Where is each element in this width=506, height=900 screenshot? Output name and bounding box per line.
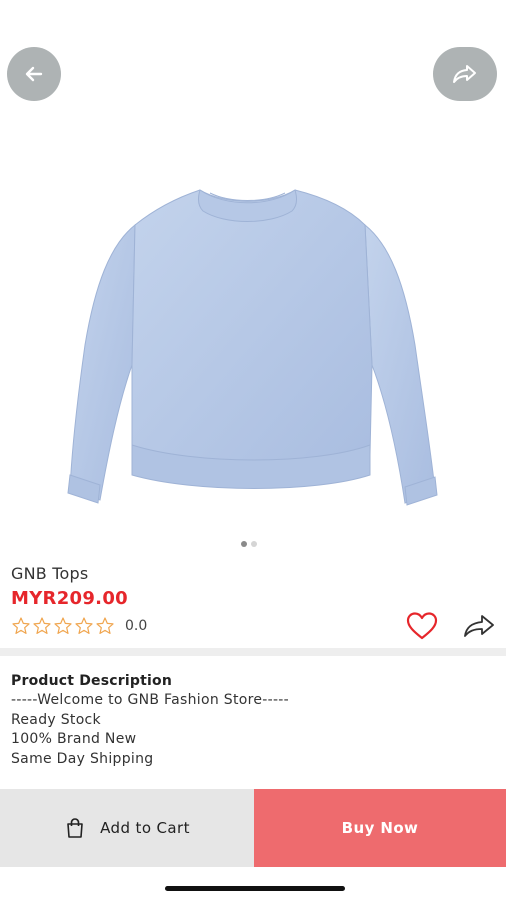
heart-outline-icon [406, 612, 438, 640]
buy-now-label: Buy Now [341, 819, 419, 837]
buy-now-button[interactable]: Buy Now [254, 789, 506, 867]
share-arrow-icon [464, 615, 494, 637]
star-icon [75, 617, 93, 634]
description-line: 100% Brand New [11, 731, 137, 747]
product-gallery[interactable] [0, 0, 506, 556]
star-icon [33, 617, 51, 634]
star-icon [12, 617, 30, 634]
section-divider [0, 648, 506, 656]
pagination-dot[interactable] [251, 541, 257, 547]
star-icon [54, 617, 72, 634]
rating-value: 0.0 [125, 618, 148, 634]
star-icon [96, 617, 114, 634]
product-info: GNB Tops MYR209.00 0.0 [0, 556, 506, 648]
share-top-button[interactable] [433, 47, 497, 101]
description-line: -----Welcome to GNB Fashion Store----- [11, 692, 290, 708]
product-description: Product Description -----Welcome to GNB … [11, 671, 491, 769]
share-button[interactable] [460, 610, 498, 642]
add-to-cart-label: Add to Cart [100, 819, 190, 837]
product-rating: 0.0 [11, 616, 147, 636]
shopping-bag-icon [67, 818, 83, 838]
favorite-button[interactable] [404, 610, 440, 642]
home-indicator[interactable] [165, 886, 345, 891]
add-to-cart-button[interactable]: Add to Cart [0, 789, 254, 867]
description-line: Same Day Shipping [11, 750, 154, 767]
description-line: Ready Stock [11, 711, 101, 728]
product-price: MYR209.00 [11, 588, 128, 609]
bottom-action-bar: Add to Cart Buy Now [0, 789, 506, 867]
pagination-dot-active[interactable] [241, 541, 247, 547]
product-title: GNB Tops [11, 564, 89, 583]
gallery-pagination [241, 541, 257, 547]
description-title: Product Description [11, 673, 172, 689]
product-image[interactable] [60, 175, 445, 515]
share-arrow-icon [453, 65, 476, 83]
back-button[interactable] [7, 47, 61, 101]
rating-stars [11, 616, 115, 636]
arrow-left-icon [25, 66, 43, 82]
